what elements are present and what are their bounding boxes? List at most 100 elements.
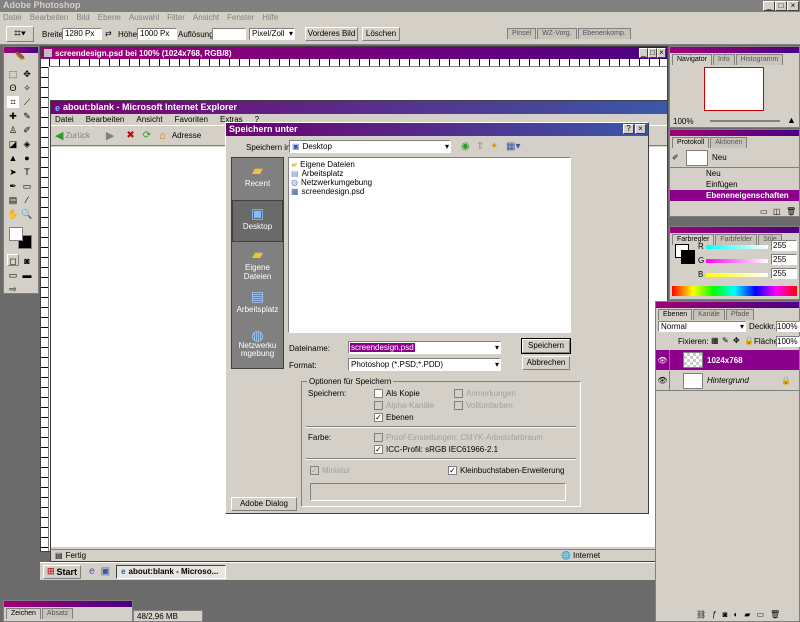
marquee-tool-icon[interactable]: ⬚ — [7, 68, 19, 80]
file-item[interactable]: ▰ Eigene Dateien — [291, 160, 568, 169]
well-tab-wz[interactable]: WZ-Vorg. — [537, 28, 577, 39]
quickmask-mode-icon[interactable]: ◙ — [21, 255, 33, 267]
taskbar-item-ie[interactable]: e about:blank - Microso... — [116, 564, 227, 579]
fx-icon[interactable]: ƒ — [712, 610, 716, 619]
trash-icon[interactable]: 🗑 — [786, 207, 796, 216]
file-item[interactable]: ▤ Arbeitsplatz — [291, 169, 568, 178]
maximize-button[interactable]: □ — [775, 1, 787, 11]
tab-kanaele[interactable]: Kanäle — [693, 309, 725, 320]
ie-menu-ansicht[interactable]: Ansicht — [136, 115, 162, 124]
new-folder-icon[interactable]: ✦ — [490, 141, 498, 152]
hoehe-input[interactable]: 1000 Px — [137, 28, 177, 40]
ebenen-checkbox[interactable]: ✓ Ebenen — [374, 413, 414, 422]
home-icon[interactable]: ⌂ — [159, 130, 166, 142]
dodge-tool-icon[interactable]: ● — [21, 152, 33, 164]
crop-tool-preset[interactable]: ⌗▾ — [6, 26, 34, 42]
blur-tool-icon[interactable]: ▲ — [7, 152, 19, 164]
eye-icon[interactable]: 👁 — [656, 356, 669, 365]
flaeche-input[interactable]: 100% — [776, 336, 800, 347]
lock-position-icon[interactable]: ✥ — [733, 336, 740, 345]
place-desktop[interactable]: ▣ Desktop — [232, 200, 283, 242]
adjustment-icon[interactable]: ◐ — [733, 610, 738, 619]
file-item[interactable]: ◍ Netzwerkumgebung — [291, 178, 568, 187]
menu-ansicht[interactable]: Ansicht — [193, 13, 219, 22]
hand-tool-icon[interactable]: ✋ — [7, 208, 19, 220]
quicklaunch-desktop-icon[interactable]: ▣ — [101, 566, 110, 577]
doc-minimize-button[interactable]: _ — [639, 48, 648, 58]
unit-select[interactable]: Pixel/Zoll ▾ — [249, 28, 295, 40]
zoom-tool-icon[interactable]: 🔍 — [21, 208, 33, 220]
tab-ebenen[interactable]: Ebenen — [658, 309, 693, 320]
history-item-selected[interactable]: Ebeneneigenschaften — [670, 190, 799, 201]
new-layer-icon[interactable]: ▭ — [756, 610, 764, 619]
minimize-button[interactable]: _ — [763, 1, 775, 11]
eye-icon[interactable]: 👁 — [656, 376, 669, 385]
view-menu-icon[interactable]: ▦▾ — [506, 141, 520, 152]
history-item[interactable]: Neu — [670, 168, 799, 179]
back-label[interactable]: Zurück — [65, 131, 89, 140]
refresh-icon[interactable]: ⟳ — [143, 130, 151, 141]
adobe-dialog-button[interactable]: Adobe Dialog — [231, 497, 297, 511]
link-icon[interactable]: ⛓ — [696, 610, 706, 619]
layer-row-selected[interactable]: 👁 1024x768 — [656, 350, 799, 370]
well-tab-pinsel[interactable]: Pinsel — [507, 28, 537, 39]
type-tool-icon[interactable]: T — [21, 166, 33, 178]
front-image-button[interactable]: Vorderes Bild — [305, 27, 358, 41]
place-recent[interactable]: ▰ Recent — [232, 158, 283, 200]
screen-mode-2-icon[interactable]: ▬ — [21, 269, 33, 281]
doc-close-button[interactable]: × — [657, 48, 666, 58]
bg-color-swatch[interactable] — [681, 250, 695, 264]
menu-fenster[interactable]: Fenster — [227, 13, 254, 22]
zoom-slider[interactable] — [710, 120, 780, 122]
filename-input[interactable]: screendesign.psd ▾ — [348, 341, 501, 354]
color-swatches[interactable] — [4, 225, 38, 253]
forward-arrow-icon[interactable]: ▶ — [106, 129, 114, 142]
g-input[interactable]: 255 — [771, 254, 797, 265]
tab-protokoll[interactable]: Protokoll — [672, 137, 710, 148]
ie-menu-bearbeiten[interactable]: Bearbeiten — [86, 115, 125, 124]
menu-hilfe[interactable]: Hilfe — [262, 13, 278, 22]
nav-back-icon[interactable]: ◉ — [461, 141, 470, 152]
menu-bearbeiten[interactable]: Bearbeiten — [30, 13, 69, 22]
swap-icon[interactable]: ⇄ — [105, 29, 112, 38]
layer-row[interactable]: 👁 Hintergrund 🔒 — [656, 370, 799, 391]
aufloesung-input[interactable] — [212, 28, 246, 40]
new-snapshot-icon[interactable]: ◫ — [773, 207, 781, 216]
menu-filter[interactable]: Filter — [167, 13, 185, 22]
blend-mode-select[interactable]: Normal ▾ — [658, 321, 746, 332]
icc-checkbox[interactable]: ✓ ICC-Profil: sRGB IEC61966-2.1 — [374, 445, 498, 454]
cancel-button[interactable]: Abbrechen — [522, 356, 570, 370]
color-ramp[interactable] — [672, 286, 797, 296]
jump-to-imageready-icon[interactable]: ⇨ — [7, 283, 19, 295]
well-tab-ebenenkomp[interactable]: Ebenenkomp. — [577, 28, 631, 39]
folder-icon[interactable]: ▰ — [744, 610, 750, 619]
tab-histogramm[interactable]: Histogramm — [735, 54, 784, 65]
quicklaunch-ie-icon[interactable]: e — [89, 566, 95, 577]
savein-select[interactable]: ▣ Desktop ▾ — [289, 140, 451, 153]
tab-farbfelder[interactable]: Farbfelder — [715, 234, 758, 245]
g-slider[interactable] — [706, 259, 768, 263]
menu-auswahl[interactable]: Auswahl — [129, 13, 159, 22]
mask-icon[interactable]: ◙ — [723, 610, 728, 619]
eraser-tool-icon[interactable]: ◪ — [7, 138, 19, 150]
menu-datei[interactable]: Datei — [3, 13, 22, 22]
b-input[interactable]: 255 — [771, 268, 797, 279]
dialog-close-button[interactable]: × — [635, 124, 646, 134]
als-kopie-checkbox[interactable]: Als Kopie — [374, 389, 420, 398]
tab-aktionen[interactable]: Aktionen — [710, 137, 748, 148]
zoom-in-icon[interactable]: ▲ — [787, 115, 796, 125]
new-document-icon[interactable]: ▭ — [760, 207, 768, 216]
path-select-icon[interactable]: ➤ — [7, 166, 19, 178]
stop-icon[interactable]: ✖ — [126, 130, 134, 141]
menu-ebene[interactable]: Ebene — [98, 13, 121, 22]
up-folder-icon[interactable]: ⇧ — [476, 141, 484, 152]
r-input[interactable]: 255 — [771, 240, 797, 251]
lock-transparency-icon[interactable]: ▦ — [711, 336, 719, 345]
move-tool-icon[interactable]: ✥ — [21, 68, 33, 80]
doc-maximize-button[interactable]: □ — [648, 48, 657, 58]
place-eigene-dateien[interactable]: ▰ Eigene Dateien — [232, 242, 283, 284]
navigator-preview[interactable] — [704, 67, 764, 111]
magic-wand-icon[interactable]: ✧ — [21, 82, 33, 94]
kleinbuchstaben-checkbox[interactable]: ✓ Kleinbuchstaben-Erweiterung — [448, 466, 565, 475]
pen-tool-icon[interactable]: ✒ — [7, 180, 19, 192]
